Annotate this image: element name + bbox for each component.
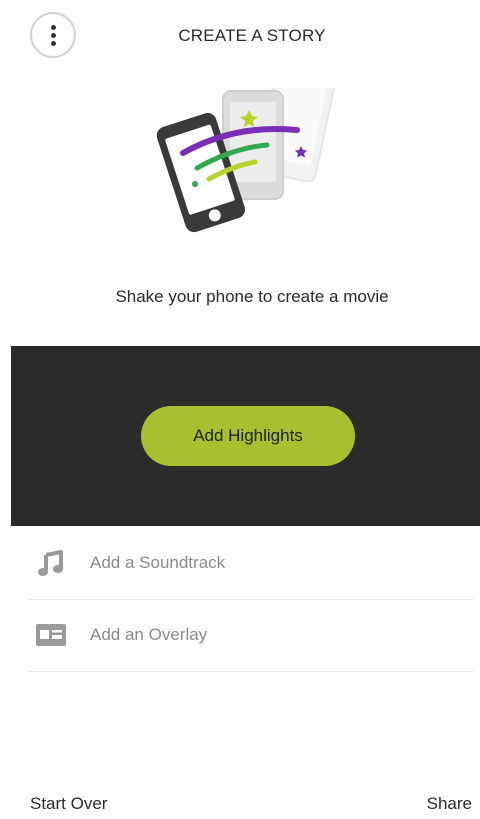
start-over-button[interactable]: Start Over [30, 794, 107, 814]
add-overlay-label: Add an Overlay [90, 625, 208, 644]
add-soundtrack-label: Add a Soundtrack [90, 553, 226, 572]
add-highlights-button[interactable]: Add Highlights [141, 406, 355, 466]
add-soundtrack-row[interactable]: Add a Soundtrack [28, 527, 474, 600]
share-button[interactable]: Share [427, 794, 472, 814]
music-note-icon [36, 548, 66, 578]
highlights-panel: Add Highlights [11, 346, 480, 526]
overlay-icon [36, 620, 66, 650]
page-title: CREATE A STORY [178, 26, 326, 45]
dot-green [192, 181, 198, 187]
shake-phone-illustration [156, 88, 336, 233]
add-overlay-row[interactable]: Add an Overlay [28, 599, 474, 672]
shake-instruction: Shake your phone to create a movie [115, 287, 389, 306]
